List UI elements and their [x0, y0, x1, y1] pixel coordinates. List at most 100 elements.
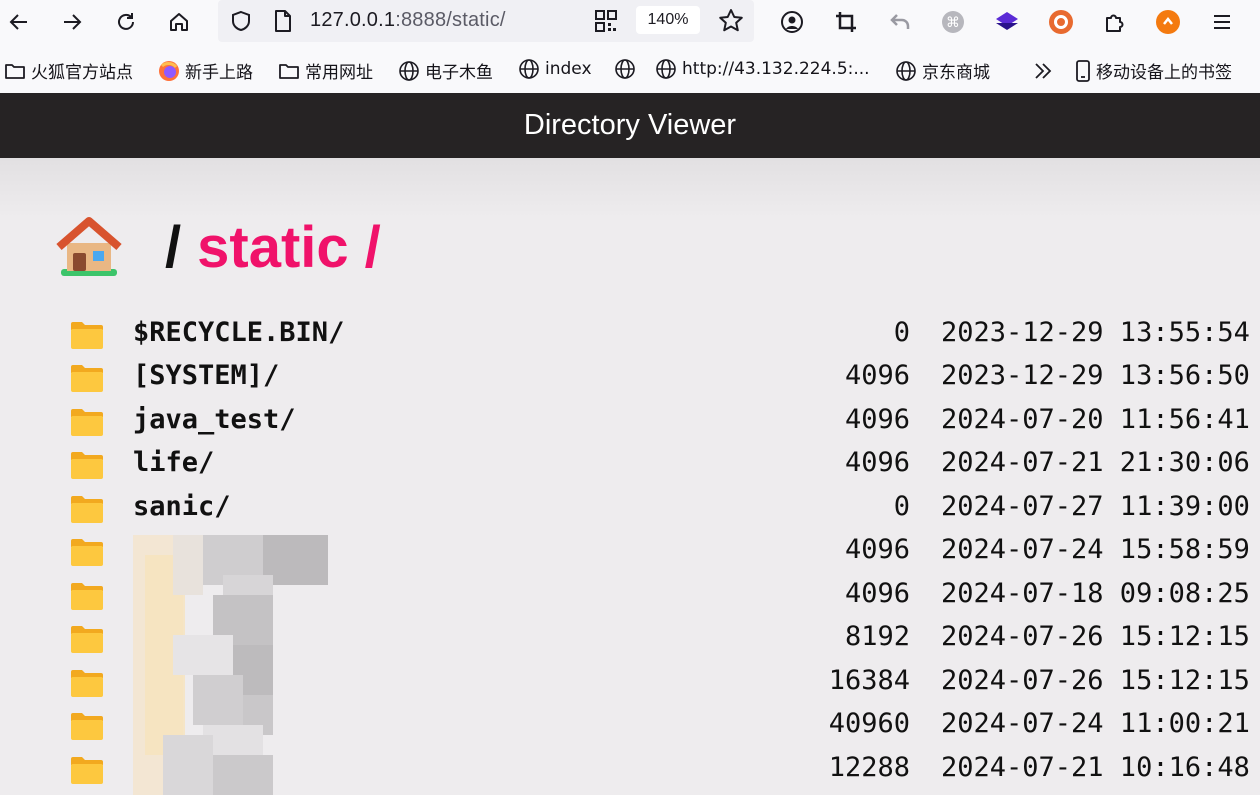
- redacted-names-mosaic: [133, 535, 328, 795]
- undo-icon: [890, 14, 910, 29]
- menu-button[interactable]: [1205, 5, 1239, 39]
- breadcrumb: / static /: [55, 212, 381, 282]
- url-bar[interactable]: 127.0.0.1:8888/static/ 140%: [218, 0, 754, 42]
- folder-icon: [71, 583, 103, 610]
- entry-name[interactable]: life/: [133, 447, 214, 478]
- puzzle-icon: [1106, 14, 1124, 32]
- zoom-level[interactable]: 140%: [636, 6, 700, 34]
- folder-icon: [71, 452, 103, 479]
- entry-date: 2023-12-29 13:55:54: [941, 317, 1250, 348]
- globe-icon: [615, 59, 635, 79]
- entry-size: 8192: [844, 621, 910, 652]
- bookmark-star-icon[interactable]: [718, 8, 744, 34]
- entry-date: 2024-07-26 15:12:15: [941, 621, 1250, 652]
- entry-name[interactable]: sanic/: [133, 491, 231, 522]
- forward-button[interactable]: [55, 5, 89, 39]
- bookmarks-overflow-button[interactable]: [1032, 60, 1054, 82]
- globe-icon: [399, 60, 419, 81]
- entry-size: 0: [893, 317, 910, 348]
- entry-size: 4096: [844, 360, 910, 391]
- firefox-logo-icon: [159, 60, 179, 81]
- shield-icon: [232, 10, 250, 32]
- entry-name[interactable]: java_test/: [133, 404, 296, 435]
- account-button[interactable]: [775, 5, 809, 39]
- entry-name[interactable]: [SYSTEM]/: [133, 360, 279, 391]
- folder-icon: [71, 626, 103, 653]
- svg-text:⌘: ⌘: [946, 15, 960, 31]
- entry-size: 40960: [828, 708, 910, 739]
- entry-size: 4096: [844, 447, 910, 478]
- list-item[interactable]: sanic/ 0 2024-07-27 11:39:00: [0, 487, 1260, 531]
- back-arrow-icon: [9, 14, 27, 30]
- home-button[interactable]: [162, 5, 196, 39]
- undo-button[interactable]: [883, 5, 917, 39]
- folder-outline-icon: [279, 63, 299, 79]
- bookmark-ip-link[interactable]: http://43.132.224.5:...: [655, 58, 870, 80]
- bookmark-untitled[interactable]: [614, 58, 641, 80]
- globe-icon: [896, 60, 916, 81]
- entry-date: 2024-07-20 11:56:41: [941, 404, 1250, 435]
- folder-icon: [71, 409, 103, 436]
- entry-size: 4096: [844, 404, 910, 435]
- crop-icon: [836, 12, 856, 32]
- list-item[interactable]: $RECYCLE.BIN/ 0 2023-12-29 13:55:54: [0, 313, 1260, 357]
- bookmark-jd[interactable]: 京东商城: [895, 58, 990, 83]
- entry-size: 12288: [828, 752, 910, 783]
- entry-date: 2024-07-24 15:58:59: [941, 534, 1250, 565]
- forward-arrow-icon: [64, 14, 82, 30]
- entry-date: 2024-07-21 21:30:06: [941, 447, 1250, 478]
- bookmark-folder-firefox[interactable]: 火狐官方站点: [4, 58, 133, 83]
- entry-date: 2023-12-29 13:56:50: [941, 360, 1250, 391]
- command-icon: ⌘: [942, 11, 964, 33]
- header-title: Directory Viewer: [523, 109, 737, 141]
- folder-outline-icon: [5, 63, 25, 79]
- extension-orange-button[interactable]: [1044, 5, 1078, 39]
- entry-date: 2024-07-21 10:16:48: [941, 752, 1250, 783]
- folder-icon: [71, 757, 103, 784]
- folder-icon: [71, 713, 103, 740]
- globe-icon: [656, 59, 676, 79]
- account-icon: [781, 11, 803, 33]
- folder-icon: [71, 322, 103, 349]
- extension-circle-button[interactable]: [1151, 5, 1185, 39]
- reload-icon: [118, 13, 134, 30]
- list-item[interactable]: java_test/ 4096 2024-07-20 11:56:41: [0, 400, 1260, 444]
- bookmark-mobile[interactable]: 移动设备上的书签: [1075, 58, 1232, 83]
- folder-icon: [71, 539, 103, 566]
- orange-circle-icon: [1156, 10, 1180, 34]
- bookmarks-bar: 火狐官方站点 新手上路 常用网址 电子木鱼 index http://43.13…: [0, 50, 1260, 93]
- breadcrumb-current-dir[interactable]: static: [197, 214, 349, 281]
- entry-date: 2024-07-24 11:00:21: [941, 708, 1250, 739]
- extension-cmd-button[interactable]: ⌘: [936, 5, 970, 39]
- reload-button[interactable]: [109, 5, 143, 39]
- globe-icon: [519, 59, 539, 79]
- layers-icon: [996, 12, 1018, 30]
- list-item[interactable]: [SYSTEM]/ 4096 2023-12-29 13:56:50: [0, 356, 1260, 400]
- qr-code-icon[interactable]: [594, 9, 618, 33]
- page-header: Directory Viewer: [0, 93, 1260, 158]
- url-text: 127.0.0.1:8888/static/: [310, 9, 506, 31]
- home-icon[interactable]: [55, 215, 123, 279]
- breadcrumb-separator: /: [364, 214, 381, 280]
- bookmark-index[interactable]: index: [518, 58, 592, 80]
- bookmark-folder-common[interactable]: 常用网址: [278, 58, 373, 83]
- entry-size: 4096: [844, 534, 910, 565]
- breadcrumb-root-link[interactable]: /: [165, 214, 181, 281]
- home-icon: [170, 13, 188, 31]
- extension-layers-button[interactable]: [990, 5, 1024, 39]
- browser-toolbar: 127.0.0.1:8888/static/ 140% ⌘: [0, 0, 1260, 44]
- extensions-button[interactable]: [1098, 5, 1132, 39]
- header-shadow: [0, 158, 1260, 218]
- double-chevron-icon: [1035, 63, 1052, 79]
- bookmark-getting-started[interactable]: 新手上路: [158, 58, 253, 83]
- entry-size: 0: [893, 491, 910, 522]
- list-item[interactable]: life/ 4096 2024-07-21 21:30:06: [0, 443, 1260, 487]
- entry-date: 2024-07-27 11:39:00: [941, 491, 1250, 522]
- entry-name[interactable]: $RECYCLE.BIN/: [133, 317, 344, 348]
- back-button[interactable]: [2, 5, 36, 39]
- crop-button[interactable]: [829, 5, 863, 39]
- bookmark-wooden-fish[interactable]: 电子木鱼: [398, 58, 493, 83]
- hamburger-menu-icon: [1214, 15, 1230, 29]
- entry-date: 2024-07-18 09:08:25: [941, 578, 1250, 609]
- ring-icon: [1049, 10, 1073, 34]
